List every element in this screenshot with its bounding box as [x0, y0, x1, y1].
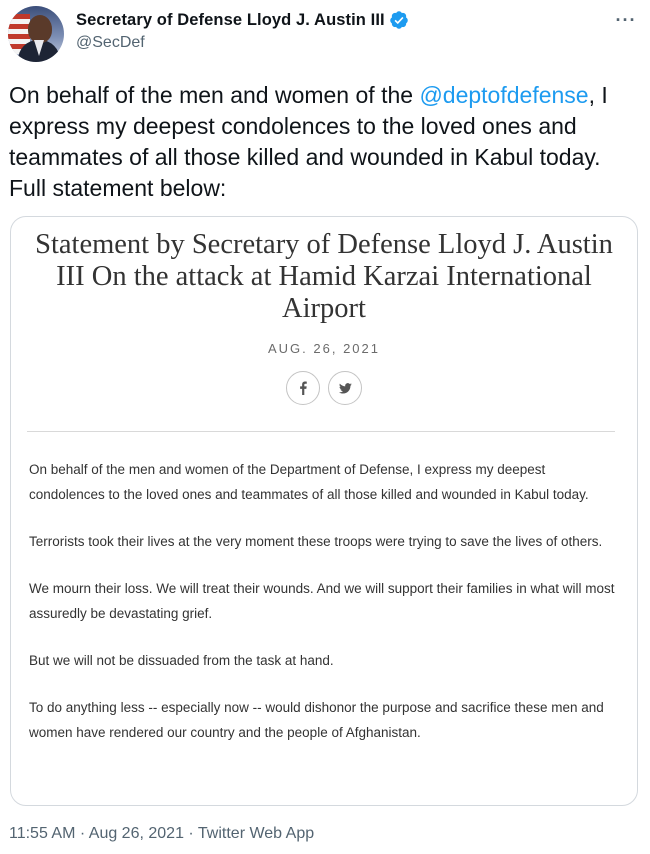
facebook-icon: [300, 381, 307, 395]
tweet-header: Secretary of Defense Lloyd J. Austin III…: [8, 6, 640, 64]
statement-body: On behalf of the men and women of the De…: [29, 457, 619, 767]
statement-title: Statement by Secretary of Defense Lloyd …: [35, 229, 613, 324]
more-options-icon[interactable]: ···: [614, 10, 638, 30]
author-display-name[interactable]: Secretary of Defense Lloyd J. Austin III: [76, 11, 385, 30]
meta-separator: ·: [183, 825, 198, 842]
statement-paragraph: We mourn their loss. We will treat their…: [29, 581, 615, 621]
statement-paragraph: On behalf of the men and women of the De…: [29, 462, 589, 502]
tweet-source[interactable]: Twitter Web App: [198, 825, 314, 842]
tweet-time[interactable]: 11:55 AM: [9, 825, 75, 842]
statement-paragraph: Terrorists took their lives at the very …: [29, 534, 603, 549]
statement-paragraph: To do anything less -- especially now --…: [29, 700, 604, 740]
tweet: Secretary of Defense Lloyd J. Austin III…: [0, 0, 650, 854]
twitter-share-button[interactable]: [328, 371, 362, 405]
meta-separator: ·: [75, 825, 89, 842]
statement-divider: [27, 431, 615, 432]
share-buttons: [11, 371, 637, 405]
facebook-share-button[interactable]: [286, 371, 320, 405]
tweet-text: On behalf of the men and women of the @d…: [9, 80, 641, 204]
author-handle[interactable]: @SecDef: [76, 34, 409, 52]
statement-card[interactable]: Statement by Secretary of Defense Lloyd …: [10, 216, 638, 806]
statement-date: AUG. 26, 2021: [268, 341, 380, 356]
author-names: Secretary of Defense Lloyd J. Austin III…: [76, 10, 409, 52]
avatar[interactable]: [8, 6, 64, 62]
name-row: Secretary of Defense Lloyd J. Austin III: [76, 10, 409, 30]
twitter-bird-icon: [338, 382, 352, 394]
avatar-head: [28, 15, 52, 43]
verified-badge-icon: [389, 10, 409, 30]
tweet-date[interactable]: Aug 26, 2021: [89, 825, 184, 842]
tweet-timestamp: 11:55 AM · Aug 26, 2021 · Twitter Web Ap…: [9, 825, 314, 843]
mention-link[interactable]: @deptofdefense: [419, 82, 588, 108]
statement-paragraph: But we will not be dissuaded from the ta…: [29, 653, 334, 668]
tweet-text-before: On behalf of the men and women of the: [9, 82, 420, 108]
